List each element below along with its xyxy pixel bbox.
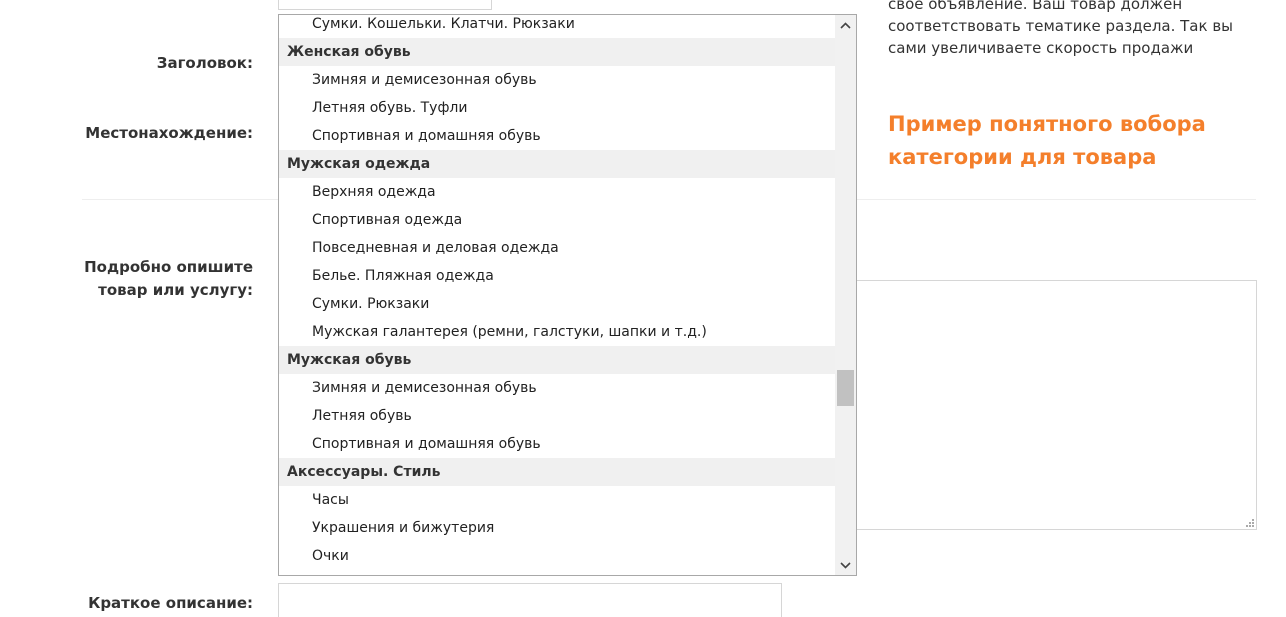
category-option[interactable]: Сумки. Рюкзаки [279, 290, 835, 318]
category-option[interactable]: Спортивная и домашняя обувь [279, 430, 835, 458]
category-group-header: Женская обувь [279, 38, 835, 66]
category-option[interactable]: Спортивная одежда [279, 206, 835, 234]
category-option[interactable]: Спортивная и домашняя обувь [279, 122, 835, 150]
category-option[interactable]: Верхняя одежда [279, 178, 835, 206]
category-group-header: Аксессуары. Стиль [279, 458, 835, 486]
top-input-field[interactable] [278, 0, 492, 10]
category-option[interactable]: Украшения и бижутерия [279, 514, 835, 542]
resize-grip-icon[interactable] [1244, 517, 1254, 527]
category-option[interactable]: Летняя обувь [279, 402, 835, 430]
category-promo-text: Пример понятного вобора категории для то… [888, 112, 1206, 169]
short-description-label: Краткое описание: [88, 594, 253, 612]
category-option[interactable]: Сумки. Кошельки. Клатчи. Рюкзаки [279, 15, 835, 38]
title-label: Заголовок: [156, 54, 253, 72]
category-group-header: Мужская обувь [279, 346, 835, 374]
category-group-header: Мужская одежда [279, 150, 835, 178]
description-textarea[interactable] [855, 280, 1257, 530]
description-label: Подробно опишите товар или услугу: [84, 258, 253, 299]
category-dropdown-list[interactable]: Сумки. Кошельки. Клатчи. Рюкзаки Женская … [278, 14, 857, 576]
category-option[interactable]: Зимняя и демисезонная обувь [279, 66, 835, 94]
dropdown-scrollbar[interactable] [835, 15, 856, 575]
category-option[interactable]: Зимняя и демисезонная обувь [279, 374, 835, 402]
chevron-up-icon[interactable] [835, 15, 856, 35]
category-option[interactable]: Белье. Пляжная одежда [279, 262, 835, 290]
scrollbar-thumb[interactable] [837, 370, 854, 406]
category-option[interactable]: Повседневная и деловая одежда [279, 234, 835, 262]
category-option[interactable]: Очки [279, 542, 835, 570]
ad-form-page: Заголовок: Местонахождение: Подробно опи… [0, 0, 1286, 617]
chevron-down-icon[interactable] [835, 555, 856, 575]
category-option[interactable]: Часы [279, 486, 835, 514]
category-option[interactable]: Летняя обувь. Туфли [279, 94, 835, 122]
category-options: Сумки. Кошельки. Клатчи. Рюкзаки Женская … [279, 15, 835, 570]
category-option[interactable]: Мужская галантерея (ремни, галстуки, шап… [279, 318, 835, 346]
short-description-input[interactable] [278, 583, 782, 617]
category-hint-text: свое объявление. Ваш товар должен соотве… [888, 0, 1234, 57]
location-label: Местонахождение: [85, 124, 253, 142]
